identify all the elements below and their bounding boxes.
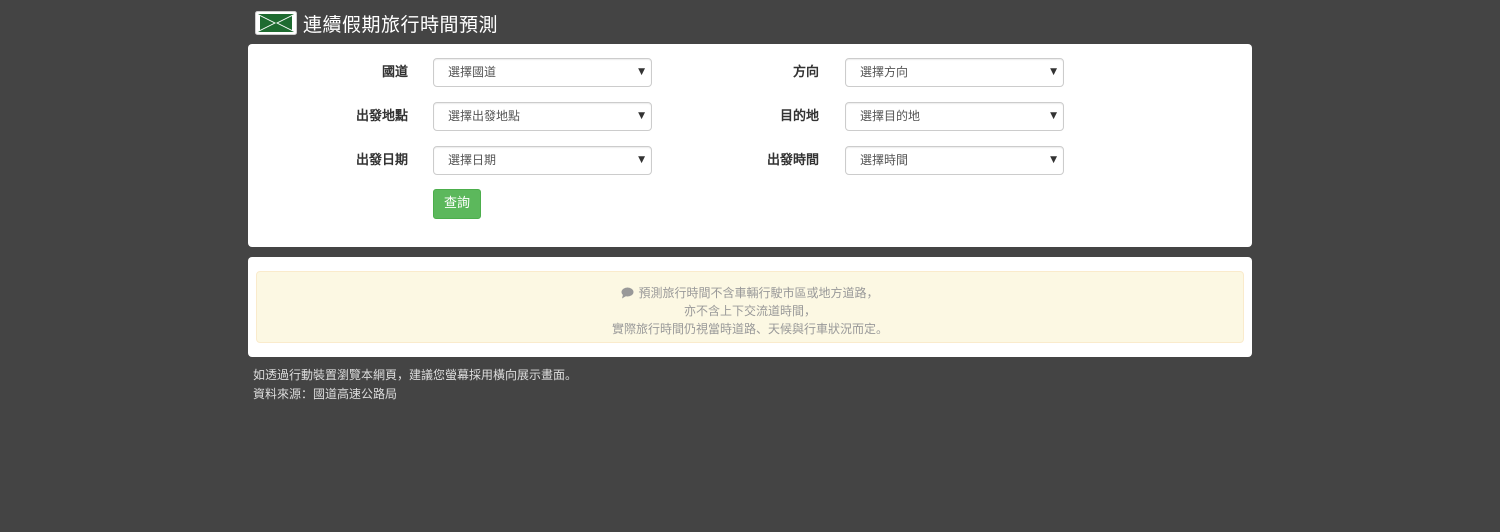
comment-icon: [621, 287, 634, 299]
departure-date-label: 出發日期: [355, 153, 408, 168]
direction-select-value: 選擇方向: [860, 65, 909, 79]
page-title: 連續假期旅行時間預測: [303, 13, 499, 36]
destination-label: 目的地: [779, 109, 819, 124]
departure-time-select[interactable]: 選擇時間 ▼: [845, 146, 1064, 175]
departure-time-select-value: 選擇時間: [860, 153, 909, 167]
notice-alert: 預測旅行時間不含車輛行駛市區或地方道路， 亦不含上下交流道時間， 實際旅行時間仍…: [256, 271, 1244, 343]
destination-select[interactable]: 選擇目的地 ▼: [845, 102, 1064, 131]
query-form-panel: 國道 選擇國道 ▼ 方向 選擇方向 ▼ 出發地點 選擇出發地點 ▼ 目的地 選擇…: [248, 44, 1252, 247]
freeway-label: 國道: [381, 65, 408, 80]
notice-text: 預測旅行時間不含車輛行駛市區或地方道路，: [638, 286, 879, 300]
chevron-down-icon: ▼: [638, 155, 645, 165]
notice-panel: 預測旅行時間不含車輛行駛市區或地方道路， 亦不含上下交流道時間， 實際旅行時間仍…: [248, 257, 1252, 357]
origin-label: 出發地點: [355, 109, 408, 124]
notice-line: 亦不含上下交流道時間，: [683, 304, 816, 318]
chevron-down-icon: ▼: [1050, 67, 1057, 77]
direction-select[interactable]: 選擇方向 ▼: [845, 58, 1064, 87]
freeway-select-value: 選擇國道: [448, 65, 497, 79]
destination-select-value: 選擇目的地: [860, 109, 921, 123]
highway-logo-icon: [255, 11, 297, 35]
chevron-down-icon: ▼: [1050, 111, 1057, 121]
footer-mobile-note: 如透過行動裝置瀏覽本網頁，建議您螢幕採用橫向展示畫面。: [253, 368, 578, 382]
departure-time-label: 出發時間: [766, 153, 819, 168]
notice-line: 實際旅行時間仍視當時道路、天候與行車狀況而定。: [611, 322, 888, 336]
freeway-select[interactable]: 選擇國道 ▼: [433, 58, 652, 87]
chevron-down-icon: ▼: [638, 111, 645, 121]
chevron-down-icon: ▼: [638, 67, 645, 77]
direction-label: 方向: [792, 65, 819, 80]
departure-date-select[interactable]: 選擇日期 ▼: [433, 146, 652, 175]
origin-select-value: 選擇出發地點: [448, 109, 521, 123]
query-button[interactable]: 查詢: [433, 189, 481, 219]
origin-select[interactable]: 選擇出發地點 ▼: [433, 102, 652, 131]
departure-date-select-value: 選擇日期: [448, 153, 497, 167]
chevron-down-icon: ▼: [1050, 155, 1057, 165]
footer-source: 資料來源：國道高速公路局: [253, 387, 398, 401]
site-header: 連續假期旅行時間預測: [255, 9, 498, 37]
footer: 如透過行動裝置瀏覽本網頁，建議您螢幕採用橫向展示畫面。 資料來源：國道高速公路局: [253, 366, 577, 404]
notice-line: 預測旅行時間不含車輛行駛市區或地方道路，: [257, 284, 1243, 302]
